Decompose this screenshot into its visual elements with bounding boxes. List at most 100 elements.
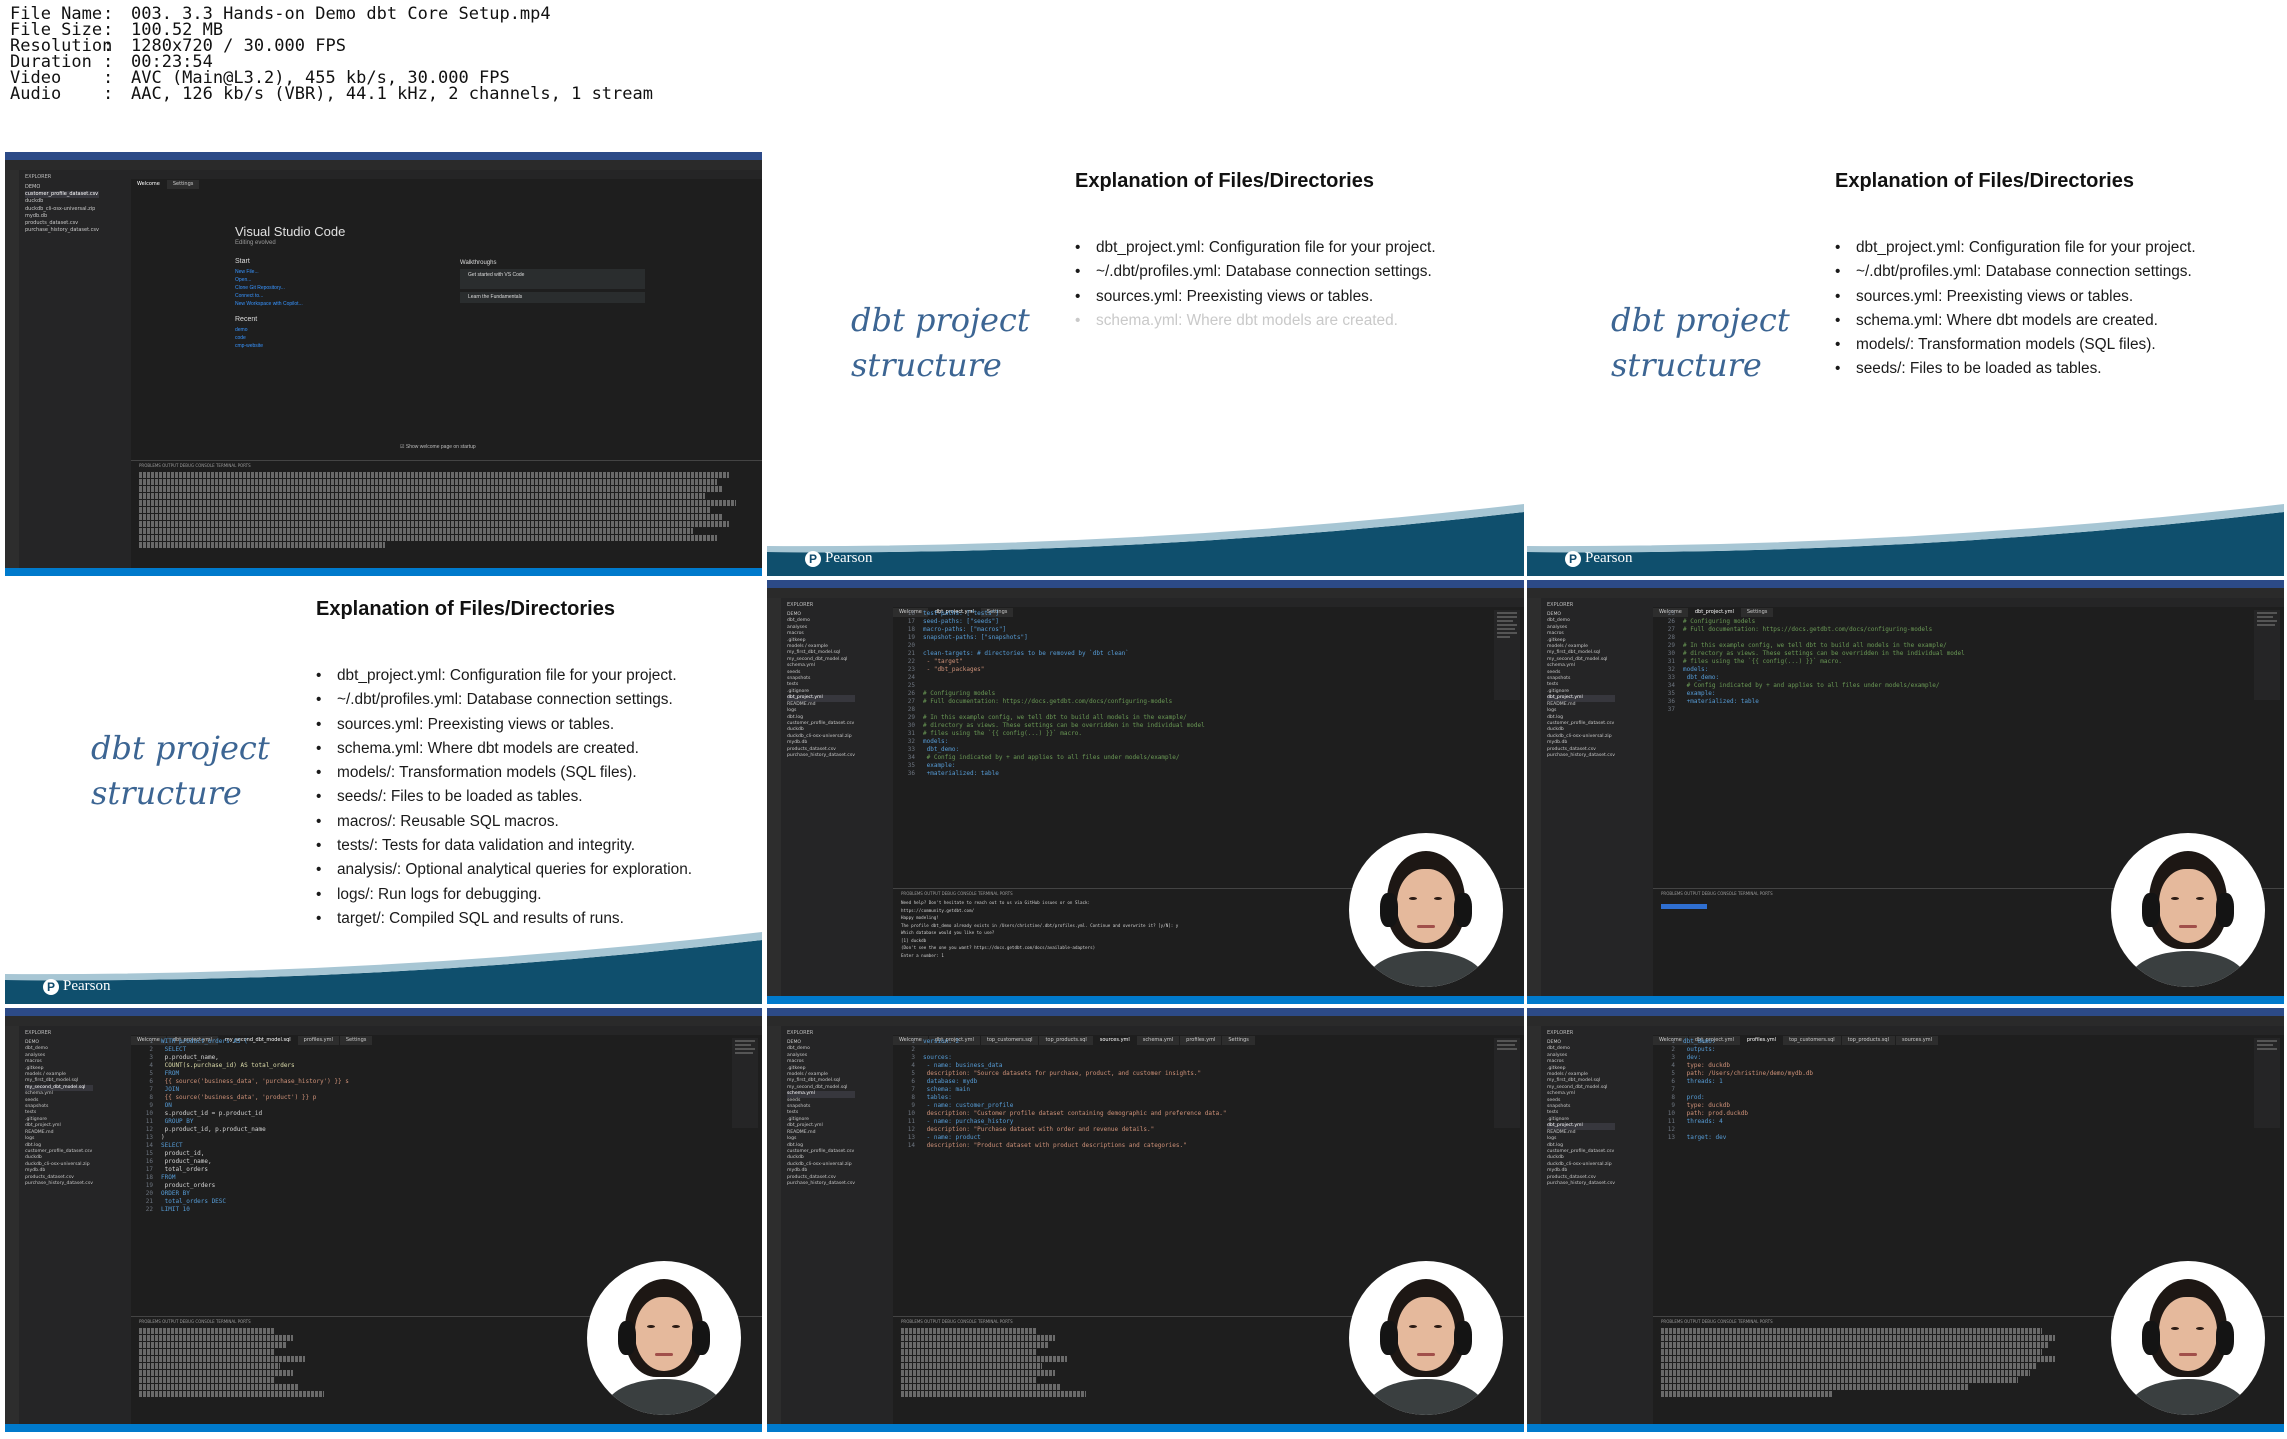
code-line: 6 database: mydb bbox=[911, 1078, 978, 1085]
welcome-subtitle: Editing evolved bbox=[235, 240, 276, 246]
code-line: 37 bbox=[1667, 706, 1675, 713]
code-line: 10 path: prod.duckdb bbox=[1667, 1110, 1749, 1117]
start-link[interactable]: New File... bbox=[235, 268, 345, 276]
slide-title: Explanation of Files/Directories bbox=[316, 598, 615, 620]
minimap[interactable] bbox=[2254, 1038, 2280, 1128]
tab-settings[interactable]: Settings bbox=[1222, 1036, 1255, 1045]
bullet-item: schema.yml: Where dbt models are created… bbox=[1075, 309, 1436, 334]
tab-top-products[interactable]: top_products.sql bbox=[1841, 1036, 1895, 1045]
code-line: 9 - name: customer_profile bbox=[911, 1102, 1014, 1109]
recent-link[interactable]: cmp-website bbox=[235, 342, 345, 350]
tab-sources[interactable]: sources.yml bbox=[1895, 1036, 1939, 1045]
tree-item[interactable]: purchase_history_dataset.csv bbox=[787, 1181, 855, 1187]
file-tree: DEMO dbt_demo analyses macros .gitkeep m… bbox=[1547, 612, 1615, 759]
recent-link[interactable]: demo bbox=[235, 326, 345, 334]
tab-welcome[interactable]: Welcome bbox=[131, 180, 166, 189]
bullet-item: dbt_project.yml: Configuration file for … bbox=[316, 664, 692, 689]
tree-item[interactable]: duckdb bbox=[25, 198, 99, 205]
activity-bar bbox=[5, 1026, 19, 1424]
tree-item[interactable]: purchase_history_dataset.csv bbox=[1547, 753, 1615, 759]
code-line: 27 # Full documentation: https://docs.get… bbox=[1667, 626, 1933, 633]
code-line: 9 ON bbox=[149, 1102, 172, 1109]
minimap[interactable] bbox=[1494, 1038, 1520, 1128]
status-bar bbox=[767, 996, 1524, 1004]
editor-tabs: Welcome dbt_project.yml top_customers.sql t… bbox=[893, 1026, 1524, 1045]
walkthrough-card[interactable]: Get started with VS Code bbox=[460, 269, 645, 289]
recent-link[interactable]: code bbox=[235, 334, 345, 342]
slide-bullets: dbt_project.yml: Configuration file for … bbox=[316, 664, 692, 932]
code-line: 22 - "target" bbox=[907, 658, 963, 665]
walkthroughs-panel: Walkthroughs Get started with VS Code Le… bbox=[460, 260, 645, 303]
explorer-header: EXPLORER bbox=[1547, 602, 1574, 608]
terminal-prompt[interactable] bbox=[1661, 904, 1707, 909]
minimap[interactable] bbox=[2254, 610, 2280, 700]
file-info-header: File Name: 003. 3.3 Hands-on Demo dbt Cor… bbox=[0, 0, 2287, 150]
terminal-panel: PROBLEMS OUTPUT DEBUG CONSOLE TERMINAL P… bbox=[131, 460, 762, 568]
code-line: 36 +materialized: table bbox=[1667, 698, 1759, 705]
code-line: 28 bbox=[907, 706, 915, 713]
code-line: 27 # Full documentation: https://docs.get… bbox=[907, 698, 1173, 705]
explorer-header: EXPLORER bbox=[1547, 1030, 1574, 1036]
code-line: 3 p.product_name, bbox=[149, 1054, 219, 1061]
code-line: 31 # files using the `{{ config(...) }}` … bbox=[1667, 658, 1842, 665]
code-editor[interactable]: 1 dbt_demo: 2 outputs: 3 dev: 4 type: duc… bbox=[1653, 1038, 1813, 1142]
tree-item[interactable]: purchase_history_dataset.csv bbox=[25, 227, 99, 234]
start-list: New File... Open... Clone Git Repository… bbox=[235, 268, 345, 308]
terminal-output bbox=[131, 470, 762, 550]
start-link[interactable]: Open... bbox=[235, 276, 345, 284]
thumbnail-slide-11-bullets: P Pearson Explanation of Files/Directorie… bbox=[5, 580, 762, 1004]
bullet-item: sources.yml: Preexisting views or tables… bbox=[316, 713, 692, 738]
code-line: 4 - name: business_data bbox=[911, 1062, 1003, 1069]
code-line: 4 type: duckdb bbox=[1671, 1062, 1730, 1069]
tree-item[interactable]: DEMO bbox=[25, 184, 99, 191]
code-editor[interactable]: 25 26 # Configuring models 27 # Full docum… bbox=[1653, 610, 1965, 714]
code-line: 12 p.product_id, p.product_name bbox=[145, 1126, 266, 1133]
tree-item[interactable]: products_dataset.csv bbox=[25, 220, 99, 227]
tab-settings[interactable]: Settings bbox=[166, 180, 200, 189]
explorer-sidebar: EXPLORER DEMO dbt_demo analyses macros .… bbox=[781, 1026, 893, 1424]
slide-left-text: dbt project structure bbox=[91, 729, 270, 812]
walkthrough-card[interactable]: Learn the Fundamentals bbox=[460, 292, 645, 303]
code-line: 11 - name: purchase_history bbox=[907, 1118, 1014, 1125]
bullet-item: ~/.dbt/profiles.yml: Database connection… bbox=[1075, 260, 1436, 285]
code-line: 12 description: "Purchase dataset with o… bbox=[907, 1126, 1155, 1133]
mac-menu-bar bbox=[767, 1008, 1524, 1016]
activity-bar bbox=[767, 598, 781, 996]
bullet-item: logs/: Run logs for debugging. bbox=[316, 883, 692, 908]
explorer-header: EXPLORER bbox=[787, 602, 814, 608]
status-bar bbox=[767, 1424, 1524, 1432]
code-editor[interactable]: 1 version: 2 2 3 sources: 4 - name: busine… bbox=[893, 1038, 1227, 1150]
start-link[interactable]: Connect to... bbox=[235, 292, 345, 300]
code-line: 30 # directory as views. These settings c… bbox=[1667, 650, 1965, 657]
start-link[interactable]: Clone Git Repository... bbox=[235, 284, 345, 292]
code-line: 7 JOIN bbox=[149, 1086, 180, 1093]
minimap[interactable] bbox=[1494, 610, 1520, 700]
code-line: 34 # Config indicated by + and applies t… bbox=[907, 754, 1180, 761]
file-tree: DEMO dbt_demo analyses macros .gitkeep m… bbox=[787, 612, 855, 759]
start-link[interactable]: New Workspace with Copilot... bbox=[235, 300, 345, 308]
code-line: 10 description: "Customer profile datase… bbox=[907, 1110, 1227, 1117]
tree-item[interactable]: purchase_history_dataset.csv bbox=[1547, 1181, 1615, 1187]
tree-item[interactable]: customer_profile_dataset.csv bbox=[25, 191, 99, 199]
code-line: 10 s.product_id = p.product_id bbox=[145, 1110, 263, 1117]
thumbnail-vscode-dbt-project: EXPLORER DEMO dbt_demo analyses macros .… bbox=[767, 580, 1524, 1004]
code-line: 3 sources: bbox=[911, 1054, 952, 1061]
code-editor[interactable]: 1 WITH product_orders AS ( 2 SELECT 3 p.p… bbox=[131, 1038, 349, 1214]
presenter-webcam bbox=[587, 1261, 741, 1415]
tree-item[interactable]: purchase_history_dataset.csv bbox=[787, 753, 855, 759]
code-editor[interactable]: 16 test-paths: ["tests"] 17 seed-paths: ["… bbox=[893, 610, 1205, 778]
minimap[interactable] bbox=[732, 1038, 758, 1128]
activity-bar bbox=[767, 1026, 781, 1424]
code-line: 2 SELECT bbox=[149, 1046, 187, 1053]
code-line: 5 FROM bbox=[149, 1070, 180, 1077]
tree-item[interactable]: purchase_history_dataset.csv bbox=[25, 1181, 93, 1187]
tree-item[interactable]: mydb.db bbox=[25, 213, 99, 220]
code-line: 33 dbt_demo: bbox=[1667, 674, 1720, 681]
code-line: 8 {{ source('business_data', 'product') … bbox=[149, 1094, 317, 1101]
status-bar bbox=[1527, 1424, 2284, 1432]
code-line: 21 total_orders DESC bbox=[145, 1198, 227, 1205]
code-line: 2 outputs: bbox=[1671, 1046, 1716, 1053]
show-welcome-checkbox[interactable]: ☑ Show welcome page on startup bbox=[400, 444, 476, 450]
tree-item[interactable]: duckdb_cli-osx-universal.zip bbox=[25, 206, 99, 213]
code-line: 17 seed-paths: ["seeds"] bbox=[907, 618, 999, 625]
